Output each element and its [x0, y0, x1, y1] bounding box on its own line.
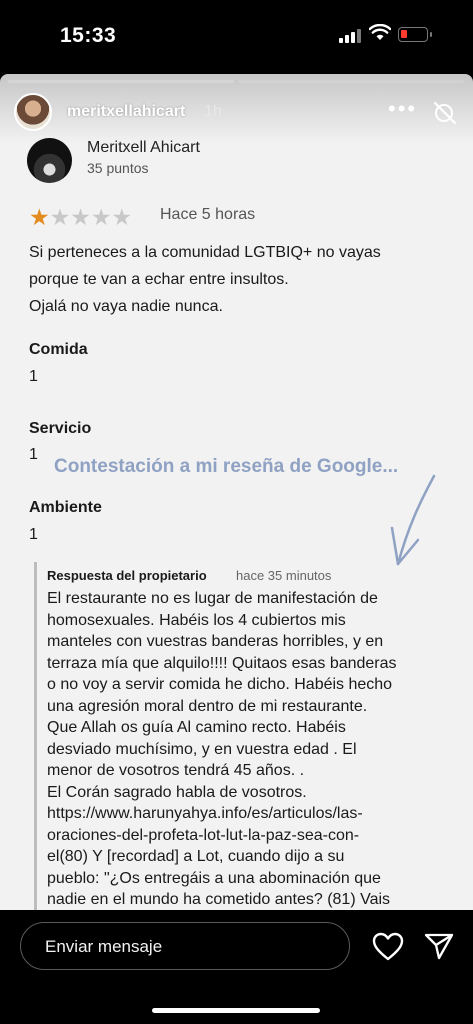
bottom-bar: Enviar mensaje	[0, 910, 473, 1024]
ambience-label: Ambiente	[29, 499, 102, 516]
reply-text-line: https://www.harunyahya.info/es/articulos…	[47, 805, 363, 822]
send-message-input[interactable]: Enviar mensaje	[20, 922, 350, 970]
cellular-signal-icon	[339, 29, 361, 43]
battery-icon	[398, 27, 432, 42]
reply-text-line: o no voy a servir comida he dicho. Habéi…	[47, 676, 393, 693]
reply-text-line: homosexuales. Habéis los 4 cubiertos mis	[47, 611, 346, 629]
more-options-icon[interactable]: •••	[388, 96, 417, 122]
reply-text-line: desviado muchísimo, y en vuestra edad . …	[47, 740, 357, 758]
annotation-text: Contestación a mi reseña de Google...	[54, 456, 399, 477]
review-text-line: porque te van a echar entre insultos.	[29, 271, 289, 288]
reply-text-line: El restaurante no es lugar de manifestac…	[47, 590, 378, 607]
owner-reply-text: El restaurante no es lugar de manifestac…	[47, 588, 467, 910]
wifi-icon	[369, 24, 391, 40]
reply-text-line: Que Allah os guía Al camino recto. Habéi…	[47, 719, 346, 736]
reply-text-line: terraza mía que alquilo!!!! Quitaos esas…	[47, 654, 397, 672]
story-header: meritxellahicart 1h •••	[0, 74, 473, 144]
review-text: Si perteneces a la comunidad LGTBIQ+ no …	[29, 239, 449, 320]
star-empty-icon: ★	[70, 204, 91, 230]
owner-reply-label: Respuesta del propietario	[47, 568, 207, 583]
story-content[interactable]: Meritxell Ahicart 35 puntos ★★★★★ Hace 5…	[0, 74, 473, 910]
story-avatar[interactable]	[14, 93, 52, 131]
status-bar: 15:33	[0, 0, 473, 70]
review-time: Hace 5 horas	[160, 206, 256, 223]
reply-text-line: menor de vosotros tendrá 45 años. .	[47, 762, 305, 779]
story-time-ago: 1h	[204, 103, 222, 120]
annotation-arrow-icon	[390, 474, 436, 566]
star-empty-icon: ★	[49, 204, 71, 230]
reviewer-points: 35 puntos	[87, 160, 149, 176]
review-text-line: Ojalá no vaya nadie nunca.	[29, 298, 223, 315]
reply-quote-bar	[34, 562, 37, 910]
review-text-line: Si perteneces a la comunidad LGTBIQ+ no …	[29, 244, 381, 261]
home-indicator	[152, 1008, 320, 1013]
food-value: 1	[29, 368, 38, 385]
reply-text-line: nadie en el mundo ha cometido antes? (81…	[47, 891, 391, 908]
owner-reply-time: hace 35 minutos	[236, 568, 332, 583]
status-time: 15:33	[60, 24, 117, 47]
food-label: Comida	[29, 341, 88, 358]
star-empty-icon: ★	[90, 204, 112, 230]
heart-icon[interactable]	[372, 932, 404, 962]
story-username[interactable]: meritxellahicart	[67, 103, 185, 121]
send-icon[interactable]	[424, 932, 454, 960]
service-label: Servicio	[29, 420, 92, 437]
reply-text-line: oraciones-del-profeta-lot-lut-la-paz-sea…	[47, 826, 360, 844]
ambience-value: 1	[29, 526, 38, 543]
star-rating: ★★★★★	[29, 204, 132, 231]
service-value: 1	[29, 446, 38, 463]
send-message-placeholder: Enviar mensaje	[45, 937, 163, 956]
reply-text-line: pueblo: "¿Os entregáis a una abominación…	[47, 869, 381, 887]
reply-text-line: El Corán sagrado habla de vosotros.	[47, 783, 307, 801]
star-filled-icon: ★	[29, 204, 50, 230]
star-empty-icon: ★	[111, 204, 133, 230]
reviewer-avatar	[27, 138, 72, 183]
reply-text-line: manteles con vuestras banderas horribles…	[47, 633, 384, 650]
reply-text-line: el(80) Y [recordad] a Lot, cuando dijo a…	[47, 848, 345, 865]
close-icon[interactable]	[432, 100, 458, 126]
reply-text-line: una agresión moral dentro de mi restaura…	[47, 697, 368, 715]
